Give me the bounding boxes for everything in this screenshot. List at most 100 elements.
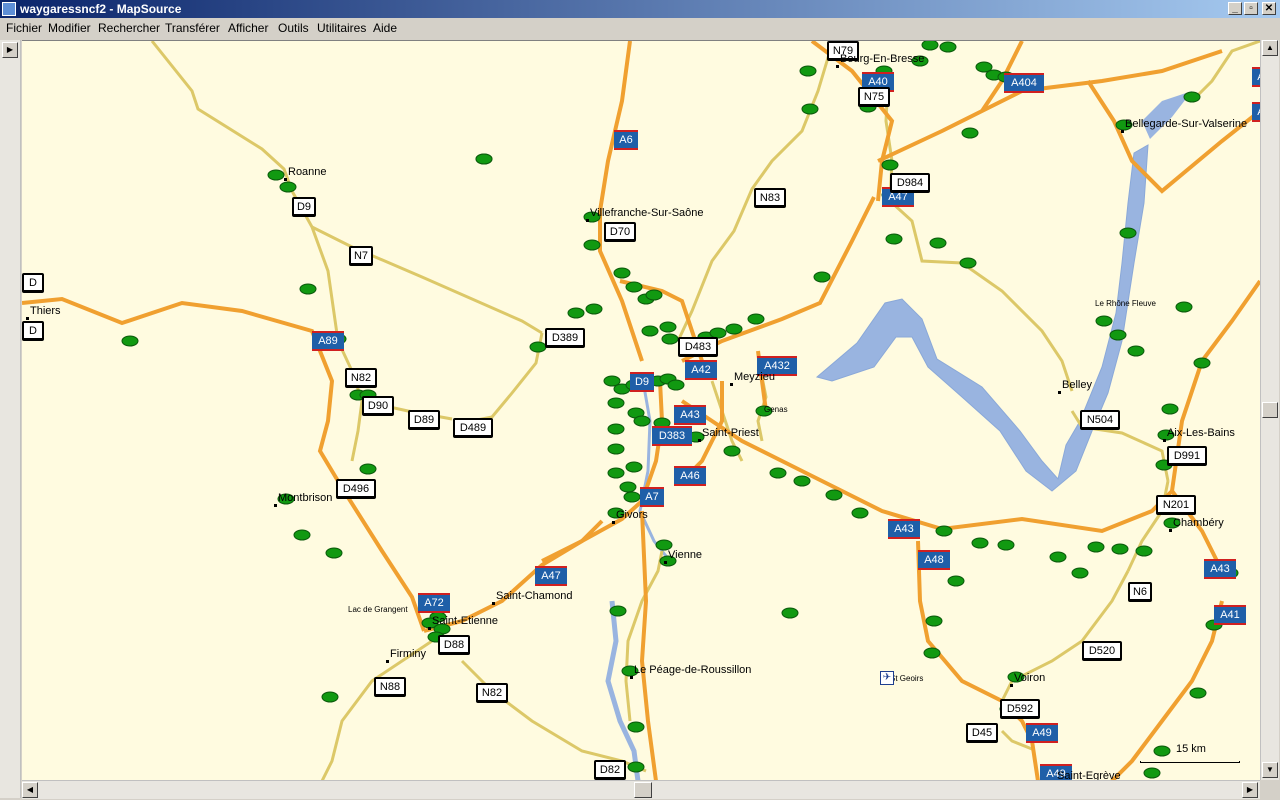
waypoint-marker-icon[interactable] xyxy=(1109,329,1127,341)
waypoint-marker-icon[interactable] xyxy=(623,491,641,503)
scroll-left-arrow-icon[interactable]: ◀ xyxy=(22,782,38,798)
waypoint-marker-icon[interactable] xyxy=(475,153,493,165)
close-button[interactable]: ✕ xyxy=(1262,2,1276,15)
waypoint-marker-icon[interactable] xyxy=(925,615,943,627)
waypoint-marker-icon[interactable] xyxy=(1193,357,1211,369)
waypoint-marker-icon[interactable] xyxy=(1119,227,1137,239)
menu-transferer[interactable]: Transférer xyxy=(165,21,220,35)
menu-afficher[interactable]: Afficher xyxy=(228,21,268,35)
scroll-right-arrow-icon[interactable]: ▶ xyxy=(1242,782,1258,798)
waypoint-marker-icon[interactable] xyxy=(929,237,947,249)
road-shield: D xyxy=(22,321,44,341)
road-shield: D45 xyxy=(966,723,998,743)
road-shield: D389 xyxy=(545,328,585,348)
waypoint-marker-icon[interactable] xyxy=(645,289,663,301)
waypoint-marker-icon[interactable] xyxy=(799,65,817,77)
waypoint-marker-icon[interactable] xyxy=(627,761,645,773)
waypoint-marker-icon[interactable] xyxy=(359,463,377,475)
waypoint-marker-icon[interactable] xyxy=(619,481,637,493)
waypoint-marker-icon[interactable] xyxy=(997,539,1015,551)
waypoint-marker-icon[interactable] xyxy=(959,257,977,269)
waypoint-marker-icon[interactable] xyxy=(529,341,547,353)
waypoint-marker-icon[interactable] xyxy=(1095,315,1113,327)
waypoint-marker-icon[interactable] xyxy=(935,525,953,537)
waypoint-marker-icon[interactable] xyxy=(939,41,957,53)
vertical-scrollbar[interactable]: ▲ ▼ xyxy=(1260,40,1279,780)
waypoint-marker-icon[interactable] xyxy=(923,647,941,659)
waypoint-marker-icon[interactable] xyxy=(1189,687,1207,699)
motorway-shield: A46 xyxy=(674,466,706,486)
waypoint-marker-icon[interactable] xyxy=(1135,545,1153,557)
horizontal-scroll-thumb[interactable] xyxy=(634,782,652,798)
waypoint-marker-icon[interactable] xyxy=(1143,767,1161,779)
waypoint-marker-icon[interactable] xyxy=(885,233,903,245)
waypoint-marker-icon[interactable] xyxy=(609,605,627,617)
waypoint-marker-icon[interactable] xyxy=(299,283,317,295)
waypoint-marker-icon[interactable] xyxy=(659,321,677,333)
waypoint-marker-icon[interactable] xyxy=(881,159,899,171)
waypoint-marker-icon[interactable] xyxy=(1127,345,1145,357)
waypoint-marker-icon[interactable] xyxy=(567,307,585,319)
waypoint-marker-icon[interactable] xyxy=(1049,551,1067,563)
waypoint-marker-icon[interactable] xyxy=(781,607,799,619)
expand-panel-arrow-icon[interactable]: ▶ xyxy=(2,42,18,58)
place-label: Lac de Grangent xyxy=(348,605,408,614)
restore-button[interactable]: ▫ xyxy=(1244,2,1258,15)
waypoint-marker-icon[interactable] xyxy=(801,103,819,115)
horizontal-scrollbar[interactable]: ◀ ▶ xyxy=(22,780,1260,799)
minimize-button[interactable]: _ xyxy=(1228,2,1242,15)
waypoint-marker-icon[interactable] xyxy=(947,575,965,587)
waypoint-marker-icon[interactable] xyxy=(825,489,843,501)
airport-icon: ✈ xyxy=(880,671,894,685)
waypoint-marker-icon[interactable] xyxy=(747,313,765,325)
city-label: Bellegarde-Sur-Valserine xyxy=(1125,118,1248,130)
waypoint-marker-icon[interactable] xyxy=(971,537,989,549)
map-view[interactable]: A6A40A404A1A4A47A4A89A42A432D9A43D383A46… xyxy=(22,40,1260,781)
waypoint-marker-icon[interactable] xyxy=(279,181,297,193)
waypoint-marker-icon[interactable] xyxy=(1087,541,1105,553)
waypoint-marker-icon[interactable] xyxy=(607,443,625,455)
waypoint-marker-icon[interactable] xyxy=(667,379,685,391)
waypoint-marker-icon[interactable] xyxy=(627,721,645,733)
waypoint-marker-icon[interactable] xyxy=(121,335,139,347)
waypoint-marker-icon[interactable] xyxy=(793,475,811,487)
waypoint-marker-icon[interactable] xyxy=(1161,403,1179,415)
waypoint-marker-icon[interactable] xyxy=(661,333,679,345)
waypoint-marker-icon[interactable] xyxy=(625,461,643,473)
waypoint-marker-icon[interactable] xyxy=(769,467,787,479)
waypoint-marker-icon[interactable] xyxy=(321,691,339,703)
waypoint-marker-icon[interactable] xyxy=(641,325,659,337)
menu-utilitaires[interactable]: Utilitaires xyxy=(317,21,366,35)
waypoint-marker-icon[interactable] xyxy=(723,445,741,457)
waypoint-marker-icon[interactable] xyxy=(961,127,979,139)
waypoint-marker-icon[interactable] xyxy=(1183,91,1201,103)
menu-aide[interactable]: Aide xyxy=(373,21,397,35)
waypoint-marker-icon[interactable] xyxy=(725,323,743,335)
waypoint-marker-icon[interactable] xyxy=(613,267,631,279)
waypoint-marker-icon[interactable] xyxy=(585,303,603,315)
waypoint-marker-icon[interactable] xyxy=(607,397,625,409)
waypoint-marker-icon[interactable] xyxy=(1071,567,1089,579)
left-panel-strip[interactable]: ▶ xyxy=(0,40,21,798)
waypoint-marker-icon[interactable] xyxy=(1111,543,1129,555)
waypoint-marker-icon[interactable] xyxy=(625,281,643,293)
vertical-scroll-thumb[interactable] xyxy=(1262,402,1278,418)
menu-fichier[interactable]: Fichier xyxy=(6,21,42,35)
waypoint-marker-icon[interactable] xyxy=(583,239,601,251)
waypoint-marker-icon[interactable] xyxy=(267,169,285,181)
waypoint-marker-icon[interactable] xyxy=(1175,301,1193,313)
waypoint-marker-icon[interactable] xyxy=(633,415,651,427)
menu-modifier[interactable]: Modifier xyxy=(48,21,91,35)
menu-rechercher[interactable]: Rechercher xyxy=(98,21,160,35)
waypoint-marker-icon[interactable] xyxy=(921,41,939,51)
waypoint-marker-icon[interactable] xyxy=(607,467,625,479)
waypoint-marker-icon[interactable] xyxy=(293,529,311,541)
waypoint-marker-icon[interactable] xyxy=(851,507,869,519)
scroll-up-arrow-icon[interactable]: ▲ xyxy=(1262,40,1278,56)
city-dot xyxy=(612,521,615,524)
menu-outils[interactable]: Outils xyxy=(278,21,309,35)
scroll-down-arrow-icon[interactable]: ▼ xyxy=(1262,762,1278,778)
waypoint-marker-icon[interactable] xyxy=(607,423,625,435)
waypoint-marker-icon[interactable] xyxy=(813,271,831,283)
waypoint-marker-icon[interactable] xyxy=(325,547,343,559)
